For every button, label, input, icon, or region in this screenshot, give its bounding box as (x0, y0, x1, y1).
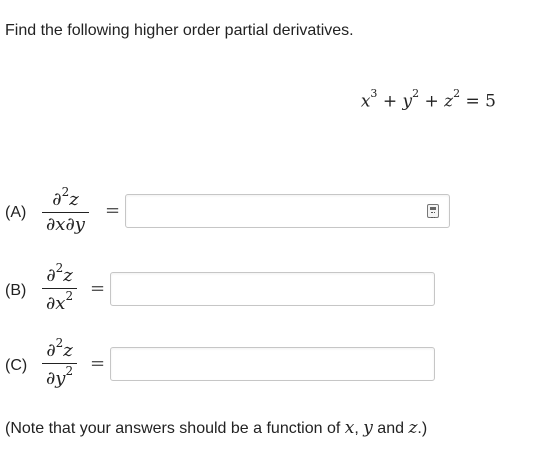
part-b-numerator: ∂2z (42, 261, 76, 288)
eq-plus-2: + (424, 91, 439, 112)
part-b-derivative: ∂2z ∂x2 (42, 261, 78, 313)
part-c-derivative: ∂2z ∂y2 (42, 336, 78, 388)
numerator-variable: z (63, 340, 73, 361)
question-prompt: Find the following higher order partial … (5, 22, 354, 39)
numerator-exponent: 2 (55, 261, 64, 275)
denominator-exponent: 2 (65, 364, 74, 379)
part-c-denominator: ∂y2 (42, 364, 77, 388)
eq-equals: = (465, 91, 480, 112)
eq-exp-y: 2 (412, 87, 420, 100)
denominator-text: ∂x∂y (46, 214, 85, 236)
eq-exp-x: 3 (370, 87, 378, 100)
note-sep-1: , (354, 420, 364, 437)
partial-symbol: ∂ (46, 265, 56, 286)
part-a-denominator: ∂x∂y (42, 213, 89, 234)
partial-symbol: ∂ (52, 189, 62, 210)
part-a-equals: = (105, 200, 121, 221)
note-var-x: x (344, 418, 355, 438)
part-b-denominator: ∂x2 (42, 289, 77, 313)
numerator-exponent: 2 (61, 185, 70, 199)
eq-plus-1: + (382, 91, 398, 112)
part-a-answer-input[interactable] (125, 194, 450, 228)
numerator-exponent: 2 (55, 336, 64, 350)
given-equation: x3 + y2 + z2 = 5 (360, 87, 496, 112)
note-var-y: y (363, 418, 373, 438)
eq-var-x: x (360, 91, 371, 112)
answer-note: (Note that your answers should be a func… (5, 418, 427, 438)
denominator-text: ∂x (46, 293, 66, 315)
denominator-exponent: 2 (65, 289, 74, 304)
part-b-label: (B) (5, 282, 27, 299)
note-suffix: .) (417, 420, 428, 437)
note-sep-2: and (372, 420, 409, 437)
part-a-label: (A) (5, 204, 27, 221)
part-a-derivative: ∂2z ∂x∂y (42, 185, 89, 234)
note-prefix: (Note that your answers should be a func… (5, 420, 345, 437)
eq-var-y: y (402, 91, 413, 112)
eq-rhs: 5 (485, 91, 496, 112)
part-a-numerator: ∂2z (48, 185, 82, 212)
numerator-variable: z (69, 189, 79, 210)
denominator-text: ∂y (46, 368, 66, 390)
numerator-variable: z (63, 265, 73, 286)
equation-editor-icon[interactable] (427, 204, 439, 218)
eq-var-z: z (444, 91, 454, 112)
partial-symbol: ∂ (46, 340, 56, 361)
part-b-equals: = (90, 278, 106, 299)
part-c-numerator: ∂2z (42, 336, 76, 363)
part-c-equals: = (90, 353, 106, 374)
part-c-label: (C) (5, 357, 28, 374)
eq-exp-z: 2 (453, 87, 461, 100)
part-b-answer-input[interactable] (110, 272, 435, 306)
part-c-answer-input[interactable] (110, 347, 435, 381)
